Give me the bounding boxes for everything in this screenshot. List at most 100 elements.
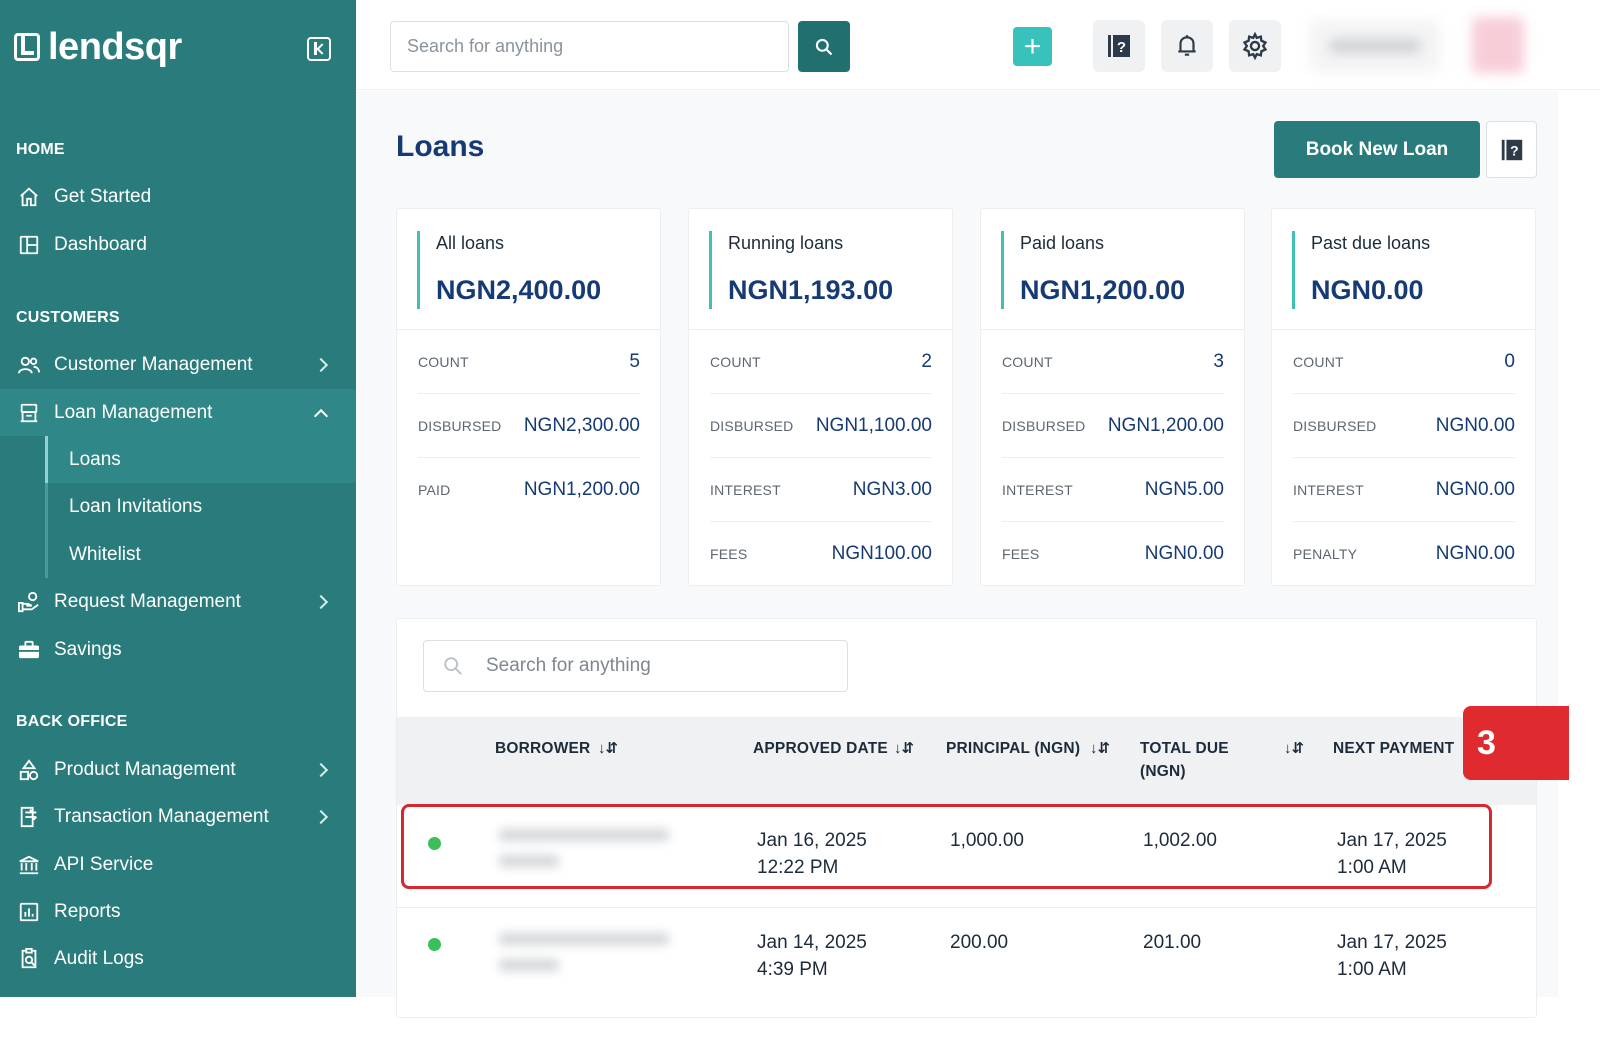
home-icon: [17, 185, 41, 209]
row-divider: [397, 907, 1536, 908]
row-value: NGN0.00: [1144, 543, 1224, 564]
row-value: NGN5.00: [1144, 478, 1224, 500]
collapse-sidebar-icon[interactable]: [307, 37, 331, 61]
sidebar-item-api-service[interactable]: API Service: [0, 841, 356, 888]
borrower-name-blurred: [499, 933, 679, 991]
row-value: NGN0.00: [1435, 414, 1515, 436]
card-row-penalty: PENALTY NGN0.00: [1293, 522, 1515, 586]
column-header-principal[interactable]: PRINCIPAL (NGN): [946, 737, 1080, 760]
step-badge: 3: [1463, 706, 1569, 780]
card-paid-loans: Paid loans NGN1,200.00 COUNT 3 DISBURSED…: [980, 208, 1245, 586]
table-search-field[interactable]: [423, 640, 848, 692]
card-header: Paid loans NGN1,200.00: [981, 209, 1244, 330]
card-row-fees: FEES NGN0.00: [1002, 522, 1224, 586]
lendsqr-logo[interactable]: lendsqr: [14, 28, 182, 66]
principal-cell: 200.00: [950, 932, 1009, 953]
page-title: Loans: [396, 130, 485, 163]
global-search-input[interactable]: [391, 22, 788, 71]
row-label: FEES: [710, 546, 748, 562]
gear-icon: [1242, 32, 1268, 60]
row-value: NGN3.00: [852, 478, 932, 500]
row-label: PAID: [418, 482, 451, 498]
card-row-interest: INTEREST NGN3.00: [710, 458, 932, 522]
avatar[interactable]: [1472, 17, 1524, 73]
table-header: BORROWER ↓⇵ APPROVED DATE ↓⇵ PRINCIPAL (…: [397, 717, 1536, 805]
card-accent: [709, 231, 712, 309]
row-value: 2: [921, 350, 932, 372]
svg-text:?: ?: [1510, 142, 1519, 158]
sidebar-item-label: Reports: [54, 900, 121, 922]
chevron-right-icon: [313, 594, 329, 609]
sidebar-item-get-started[interactable]: Get Started: [0, 173, 356, 220]
sidebar-item-label: Request Management: [54, 590, 241, 612]
search-button[interactable]: [798, 21, 850, 72]
sidebar-subitem-label: Whitelist: [69, 543, 141, 565]
card-row-count: COUNT 3: [1002, 330, 1224, 394]
sidebar-item-label: Dashboard: [54, 233, 147, 255]
row-label: COUNT: [710, 353, 761, 370]
sidebar-item-loan-management[interactable]: Loan Management: [0, 389, 356, 436]
users-icon: [17, 353, 41, 377]
sidebar-item-dashboard[interactable]: Dashboard: [0, 221, 356, 268]
row-value: NGN1,200.00: [1107, 414, 1224, 436]
row-label: DISBURSED: [1002, 417, 1086, 434]
row-label: COUNT: [1293, 353, 1344, 370]
card-running-loans: Running loans NGN1,193.00 COUNT 2 DISBUR…: [688, 208, 953, 586]
table-row[interactable]: Jan 14, 2025 4:39 PM 200.00 201.00 Jan 1…: [397, 907, 1536, 1008]
user-menu-blurred[interactable]: [1310, 20, 1440, 72]
approved-date-cell: Jan 14, 2025 4:39 PM: [757, 929, 867, 983]
sidebar-item-request-management[interactable]: Request Management: [0, 578, 356, 625]
row-label: PENALTY: [1293, 546, 1358, 562]
card-title: Past due loans: [1311, 233, 1431, 253]
card-header: All loans NGN2,400.00: [397, 209, 660, 330]
sidebar-subitem-loans[interactable]: Loans: [45, 436, 356, 483]
total-due-cell: 201.00: [1143, 932, 1202, 953]
notifications-button[interactable]: [1161, 20, 1213, 72]
sidebar-item-transaction-management[interactable]: Transaction Management: [0, 793, 356, 840]
column-header-approved-date[interactable]: APPROVED DATE: [753, 737, 888, 760]
sidebar-item-reports[interactable]: Reports: [0, 888, 356, 935]
card-amount: NGN0.00: [1311, 275, 1424, 305]
sort-icon[interactable]: ↓⇵: [1284, 739, 1304, 757]
sidebar-item-label: Audit Logs: [54, 947, 144, 969]
svg-text:?: ?: [1117, 39, 1126, 56]
table-search-input[interactable]: [424, 641, 847, 691]
card-row-disbursed: DISBURSED NGN1,200.00: [1002, 394, 1224, 458]
add-button[interactable]: +: [1013, 27, 1052, 66]
sidebar-item-product-management[interactable]: Product Management: [0, 746, 356, 793]
help-button[interactable]: ?: [1093, 20, 1145, 72]
row-value: NGN0.00: [1435, 478, 1515, 500]
briefcase-icon: [17, 638, 41, 662]
bank-icon: [17, 853, 41, 877]
page-help-button[interactable]: ?: [1486, 121, 1537, 178]
global-search-field[interactable]: [390, 21, 789, 72]
card-amount: NGN1,200.00: [1020, 275, 1186, 305]
sidebar-item-customer-management[interactable]: Customer Management: [0, 341, 356, 388]
audit-log-icon: [17, 947, 41, 971]
settings-button[interactable]: [1229, 20, 1281, 72]
card-all-loans: All loans NGN2,400.00 COUNT 5 DISBURSED …: [396, 208, 661, 586]
sort-icon[interactable]: ↓⇵: [1090, 739, 1110, 757]
column-header-total-due-line1: TOTAL DUE: [1140, 740, 1229, 757]
chevron-right-icon: [313, 809, 329, 824]
row-label: DISBURSED: [418, 417, 502, 434]
sidebar-item-audit-logs[interactable]: Audit Logs: [0, 935, 356, 982]
column-header-next-payment[interactable]: NEXT PAYMENT: [1333, 737, 1454, 760]
sort-icon[interactable]: ↓⇵: [598, 739, 618, 757]
status-dot: [428, 938, 441, 951]
sidebar-item-savings[interactable]: Savings: [0, 626, 356, 673]
column-header-total-due[interactable]: TOTAL DUE (NGN): [1140, 737, 1229, 783]
chevron-right-icon: [313, 357, 329, 372]
search-icon: [444, 657, 462, 675]
card-accent: [1001, 231, 1004, 309]
card-row-disbursed: DISBURSED NGN2,300.00: [418, 394, 640, 458]
sidebar-subitem-whitelist[interactable]: Whitelist: [48, 531, 356, 578]
book-new-loan-button[interactable]: Book New Loan: [1274, 121, 1480, 178]
sidebar-subitem-loan-invitations[interactable]: Loan Invitations: [48, 483, 356, 530]
next-payment-time: 1:00 AM: [1337, 959, 1407, 980]
column-header-borrower[interactable]: BORROWER: [495, 737, 590, 760]
sidebar-item-label: Transaction Management: [54, 805, 269, 827]
row-value: 5: [629, 350, 640, 372]
sort-icon[interactable]: ↓⇵: [894, 739, 914, 757]
row-value: NGN2,300.00: [523, 414, 640, 436]
